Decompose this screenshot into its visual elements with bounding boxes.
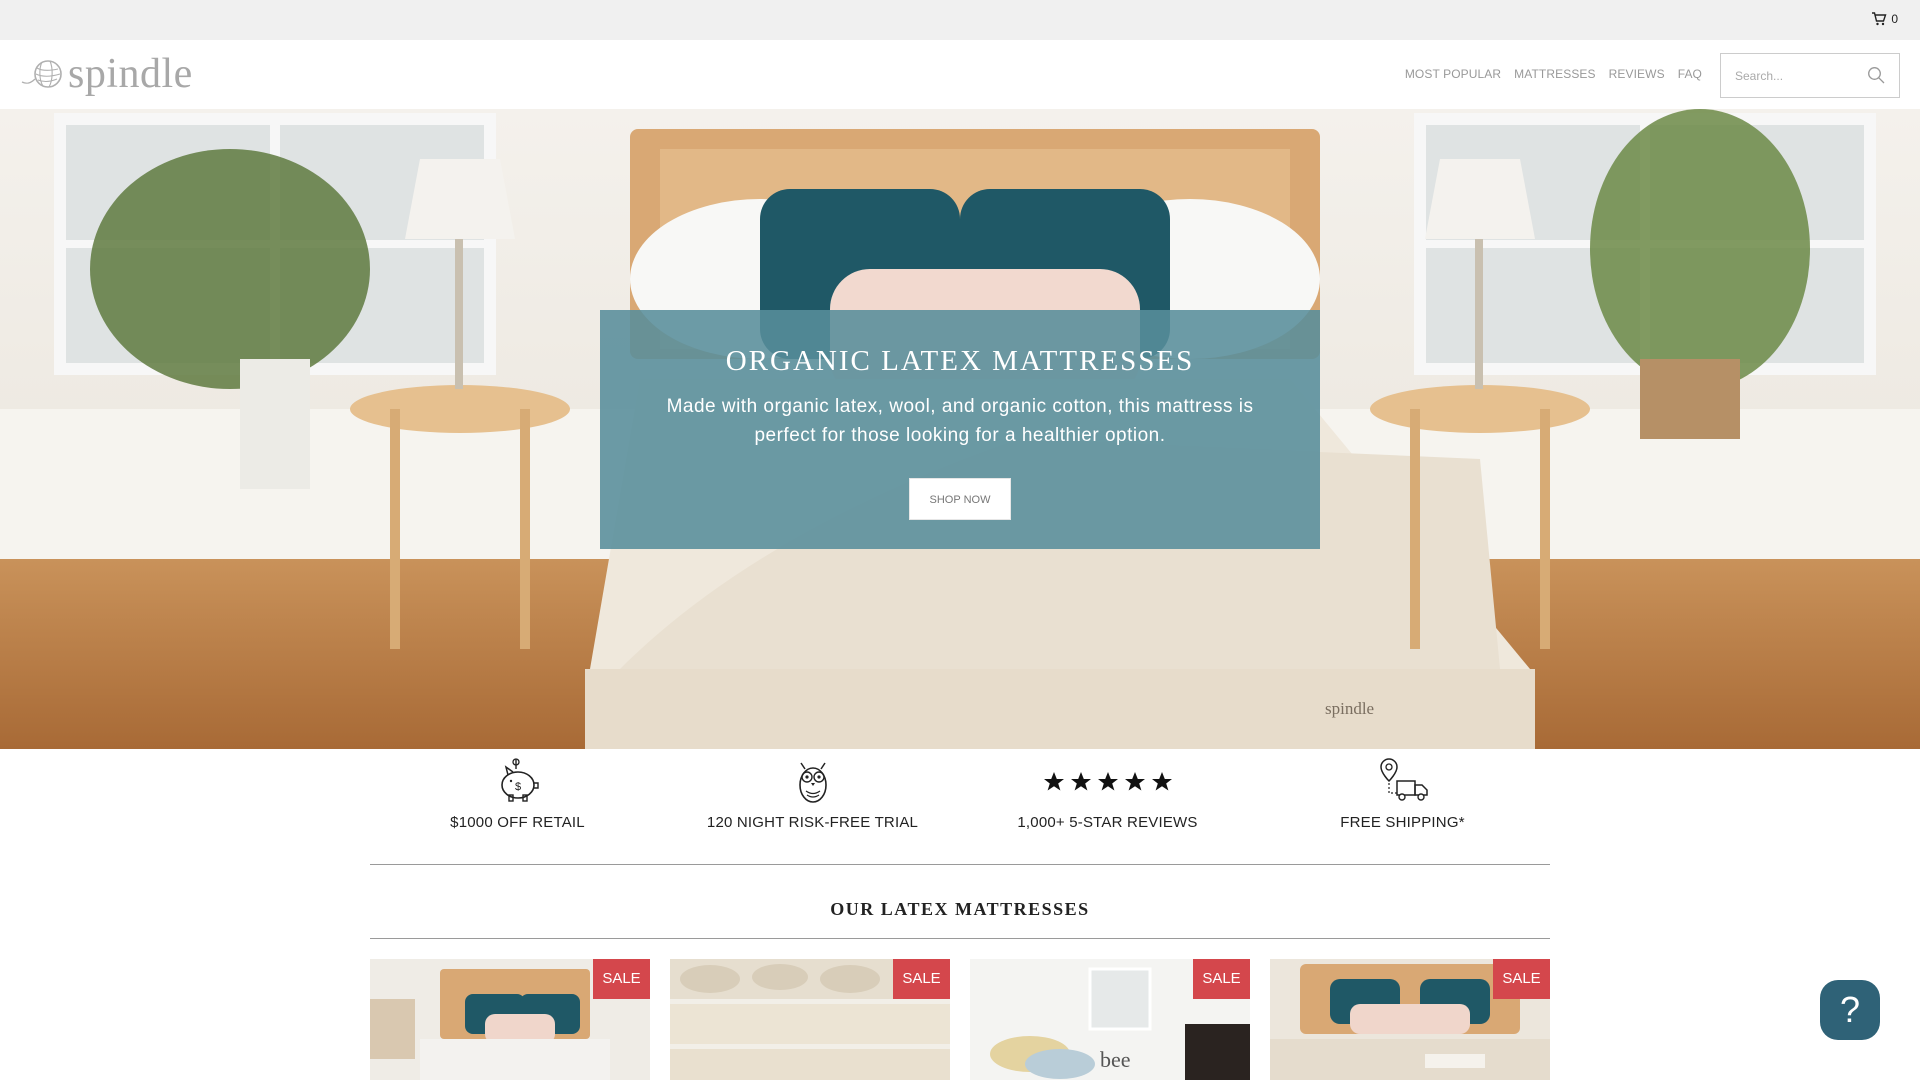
shopping-cart-icon [1872, 12, 1887, 26]
search-box [1720, 53, 1900, 98]
logo[interactable]: spindle [20, 50, 193, 98]
feature-trial: 120 NIGHT RISK-FREE TRIAL [665, 757, 960, 831]
section-title: OUR LATEX MATTRESSES [830, 899, 1090, 919]
piggy-bank-icon: $ [500, 758, 539, 802]
feature-shipping-label: FREE SHIPPING* [1340, 814, 1465, 831]
help-button[interactable]: ? [1820, 980, 1880, 1040]
cart-count: 0 [1891, 12, 1898, 26]
sale-badge: SALE [1493, 959, 1550, 999]
nav-mattresses[interactable]: MATTRESSES [1514, 67, 1595, 81]
nav-reviews[interactable]: REVIEWS [1609, 67, 1665, 81]
site-header: spindle MOST POPULAR MATTRESSES REVIEWS … [0, 40, 1920, 109]
hero-overlay-box: ORGANIC LATEX MATTRESSES Made with organ… [600, 310, 1320, 549]
product-card-2[interactable]: SALE [670, 959, 950, 1080]
feature-reviews: 1,000+ 5-STAR REVIEWS [960, 757, 1255, 831]
features-strip: $ $1000 OFF RETAIL 120 NIGHT RISK-FREE T… [370, 757, 1550, 863]
sale-badge: SALE [593, 959, 650, 999]
five-stars-icon [1043, 772, 1172, 791]
search-input[interactable] [1735, 66, 1865, 86]
feature-trial-label: 120 NIGHT RISK-FREE TRIAL [706, 814, 919, 831]
svg-text:$: $ [514, 781, 520, 793]
feature-retail: $ $1000 OFF RETAIL [370, 757, 665, 831]
product-card-4[interactable]: SALE [1270, 959, 1550, 1080]
feature-shipping: FREE SHIPPING* [1255, 757, 1550, 831]
hero-banner: spindle ORGANIC LATEX MATTRESSES Made wi… [0, 109, 1920, 749]
product-card-1[interactable]: SALE [370, 959, 650, 1080]
shop-now-button[interactable]: SHOP NOW [909, 478, 1011, 520]
divider-bottom [370, 938, 1550, 939]
sale-badge: SALE [1193, 959, 1250, 999]
logo-text: spindle [68, 51, 193, 97]
top-utility-bar: 0 [0, 0, 1920, 40]
owl-icon [798, 762, 827, 803]
yarn-ball-logo-icon [21, 60, 62, 88]
divider-top [370, 864, 1550, 865]
hero-title: ORGANIC LATEX MATTRESSES [725, 345, 1195, 377]
mattress-brand-label: spindle [1325, 699, 1374, 718]
feature-retail-label: $1000 OFF RETAIL [450, 814, 585, 831]
cart-link[interactable]: 0 [1871, 12, 1898, 26]
nav-faq[interactable]: FAQ [1678, 67, 1702, 81]
product-card-3[interactable]: bee SALE [970, 959, 1250, 1080]
nav-most-popular[interactable]: MOST POPULAR [1405, 67, 1501, 81]
feature-reviews-label: 1,000+ 5-STAR REVIEWS [1017, 814, 1198, 831]
svg-text:bee: bee [1100, 1047, 1131, 1072]
search-icon[interactable] [1867, 66, 1885, 84]
sale-badge: SALE [893, 959, 950, 999]
main-nav: MOST POPULAR MATTRESSES REVIEWS FAQ [1405, 67, 1702, 81]
delivery-truck-icon [1379, 758, 1428, 801]
hero-subtitle: Made with organic latex, wool, and organ… [666, 396, 1254, 446]
